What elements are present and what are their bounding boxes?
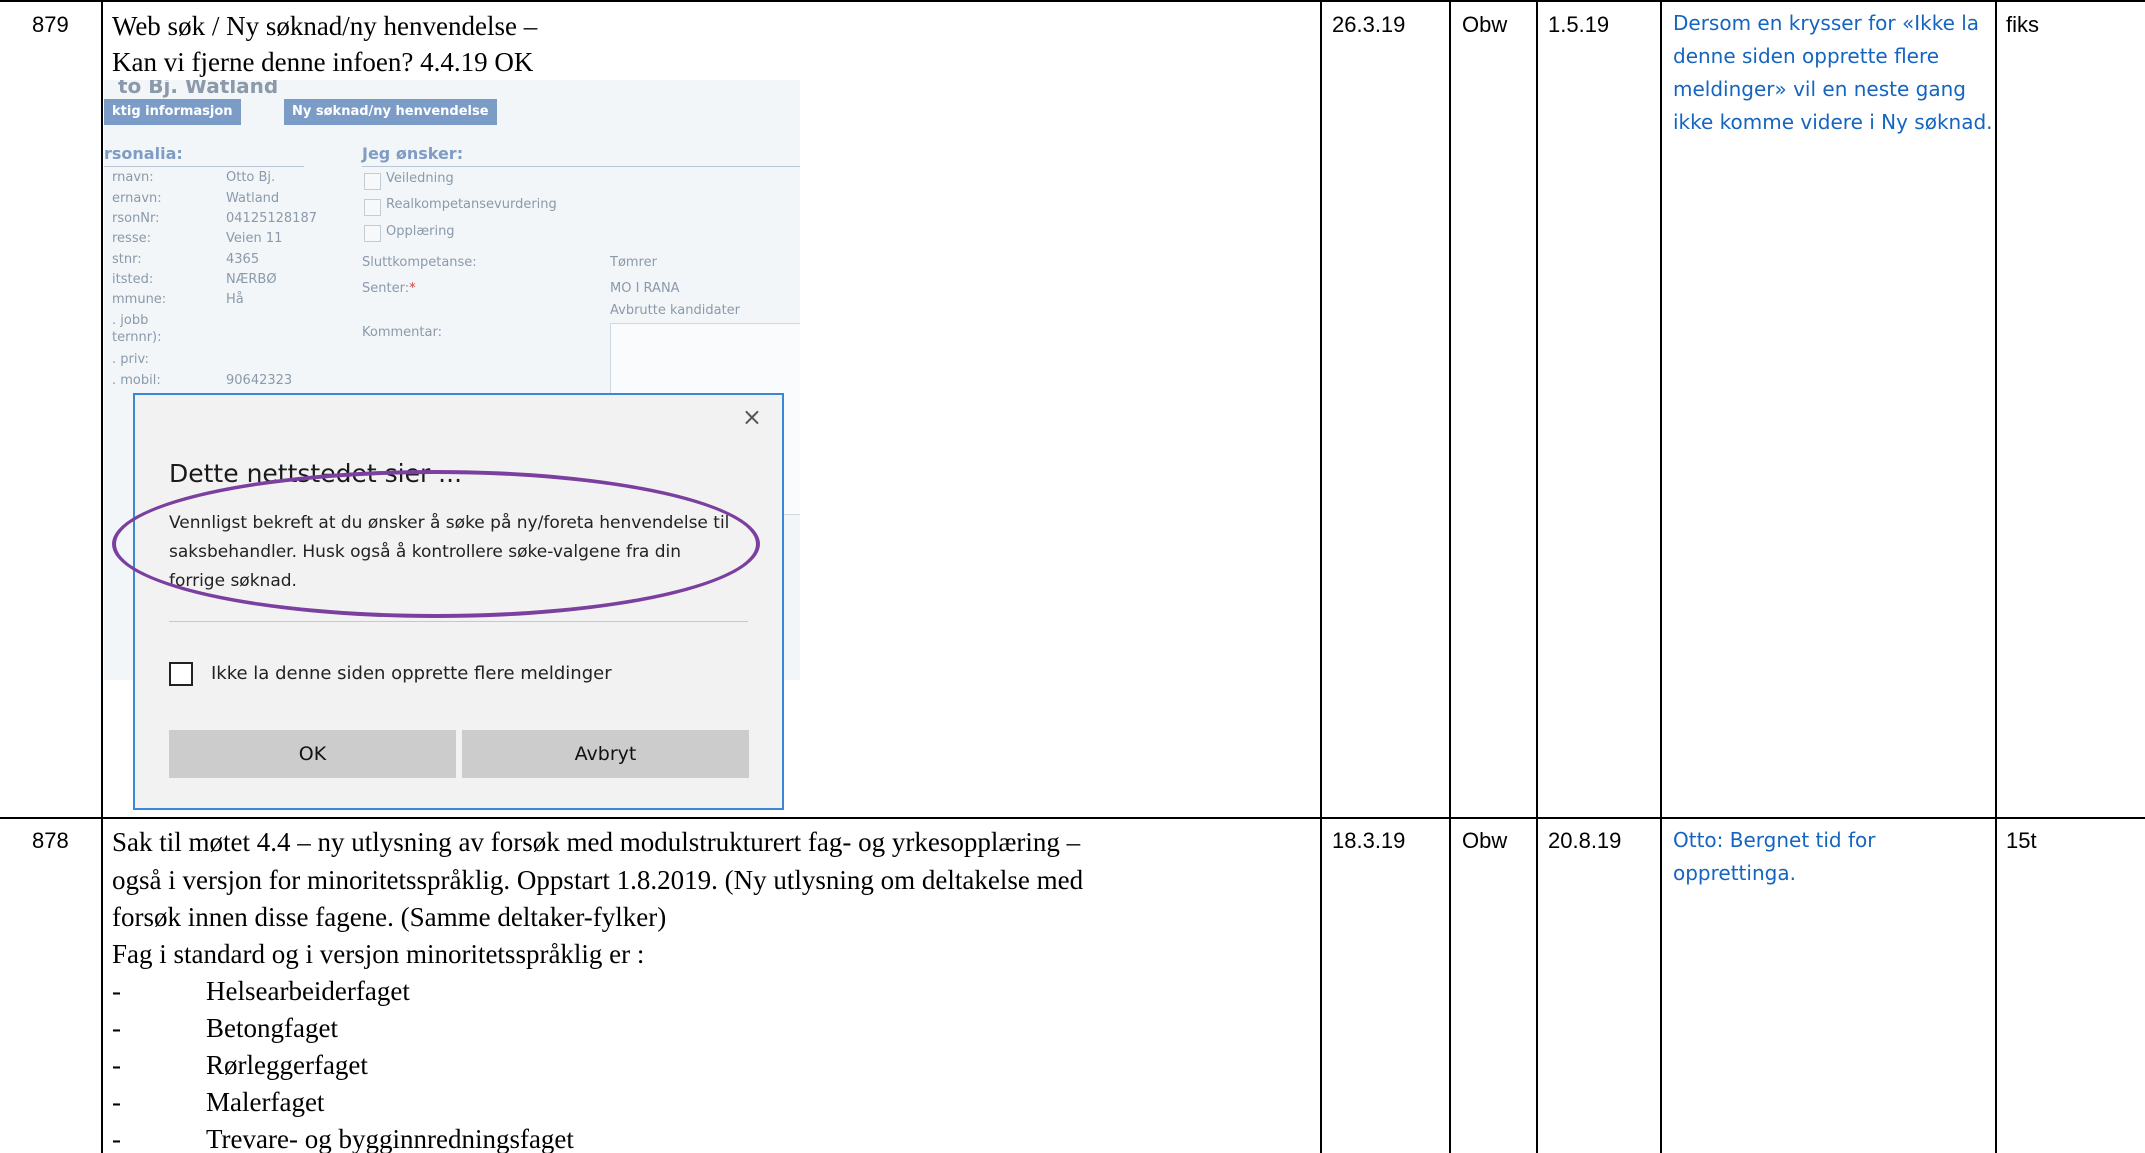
- list-bullet: -: [112, 1013, 121, 1043]
- row-description-line: Kan vi fjerne denne infoen? 4.4.19 OK: [112, 47, 534, 77]
- close-icon[interactable]: ×: [742, 403, 762, 431]
- field-label: rnavn:: [112, 170, 154, 185]
- column-divider: [1995, 0, 1997, 1153]
- row-description-line: Sak til møtet 4.4 – ny utlysning av fors…: [112, 827, 1081, 857]
- field-label: stnr:: [112, 252, 142, 267]
- row-due: 20.8.19: [1548, 828, 1622, 853]
- field-label: . priv:: [112, 352, 149, 367]
- field-value: 90642323: [226, 373, 293, 388]
- list-bullet: -: [112, 1124, 121, 1153]
- row-description-line: Fag i standard og i versjon minoritetssp…: [112, 939, 645, 969]
- field-value: 4365: [226, 252, 260, 267]
- row-id: 878: [32, 828, 69, 853]
- avbrutte-kandidater: Avbrutte kandidater: [610, 303, 741, 318]
- row-note: Dersom en krysser for «Ikke la denne sid…: [1673, 11, 1993, 134]
- list-item-text: Helsearbeiderfaget: [206, 976, 410, 1006]
- screenshot-tab: Ny søknad/ny henvendelse: [284, 99, 497, 125]
- option-checkbox: [364, 225, 381, 242]
- row-date: 26.3.19: [1332, 12, 1406, 37]
- suppress-checkbox[interactable]: [169, 662, 193, 686]
- row-note: Otto: Bergnet tid for opprettinga.: [1673, 828, 1876, 885]
- list-item-text: Betongfaget: [206, 1013, 338, 1043]
- row-due: 1.5.19: [1548, 12, 1610, 37]
- field-value: NÆRBØ: [226, 272, 277, 287]
- field-value: Hå: [226, 292, 244, 307]
- field-label: . jobb: [112, 313, 149, 328]
- row-owner: Obw: [1462, 828, 1508, 853]
- list-bullet: -: [112, 1050, 121, 1080]
- suppress-checkbox-label: Ikke la denne siden opprette flere meldi…: [211, 663, 612, 684]
- row-status: fiks: [2006, 12, 2039, 37]
- column-divider: [101, 0, 103, 1153]
- row-divider: [0, 817, 2145, 819]
- field-label: ernavn:: [112, 191, 162, 206]
- option-checkbox: [364, 199, 381, 216]
- dialog-divider: [169, 621, 748, 622]
- senter-label-text: Senter:: [362, 281, 410, 296]
- field-value: 04125128187: [226, 211, 317, 226]
- row-status: 15t: [2006, 828, 2037, 853]
- field-label: itsted:: [112, 272, 154, 287]
- list-bullet: -: [112, 1087, 121, 1117]
- field-label: ternnr):: [112, 330, 162, 345]
- option-label: Realkompetansevurdering: [386, 197, 557, 212]
- field-label: mmune:: [112, 292, 167, 307]
- row-date: 18.3.19: [1332, 828, 1406, 853]
- screenshot-title: to Bj. Watland: [118, 80, 279, 98]
- field-value: Watland: [226, 191, 280, 206]
- senter-value: MO I RANA: [610, 281, 680, 296]
- cancel-button[interactable]: Avbryt: [462, 730, 749, 778]
- header-underline: [362, 166, 800, 167]
- screenshot-tab: ktig informasjon: [104, 99, 241, 125]
- field-label: rsonNr:: [112, 211, 160, 226]
- kommentar-label: Kommentar:: [362, 325, 442, 340]
- list-item-text: Rørleggerfaget: [206, 1050, 368, 1080]
- row-description-line: også i versjon for minoritetsspråklig. O…: [112, 865, 1084, 895]
- row-id: 879: [32, 12, 69, 37]
- row-owner: Obw: [1462, 12, 1508, 37]
- option-label: Veiledning: [386, 171, 454, 186]
- list-item-text: Malerfaget: [206, 1087, 325, 1117]
- personalia-header: rsonalia:: [104, 144, 183, 163]
- column-divider: [1320, 0, 1322, 1153]
- required-marker: *: [409, 281, 416, 296]
- highlight-ellipse: [112, 470, 760, 618]
- row-description-line: forsøk innen disse fagene. (Samme deltak…: [112, 902, 667, 932]
- sluttkompetanse-label: Sluttkompetanse:: [362, 255, 477, 270]
- list-bullet: -: [112, 976, 121, 1006]
- field-label: . mobil:: [112, 373, 161, 388]
- sluttkompetanse-value: Tømrer: [610, 255, 657, 270]
- option-label: Opplæring: [386, 224, 455, 239]
- table-top-border: [0, 0, 2145, 2]
- option-checkbox: [364, 173, 381, 190]
- column-divider: [1660, 0, 1662, 1153]
- column-divider: [1449, 0, 1451, 1153]
- ok-button[interactable]: OK: [169, 730, 456, 778]
- onsker-header: Jeg ønsker:: [362, 144, 464, 163]
- column-divider: [1536, 0, 1538, 1153]
- list-item-text: Trevare- og bygginnredningsfaget: [206, 1124, 574, 1153]
- header-underline: [104, 166, 304, 167]
- field-value: Otto Bj.: [226, 170, 276, 185]
- document-page: 879 Web søk / Ny søknad/ny henvendelse –…: [0, 0, 2145, 1153]
- field-label: resse:: [112, 231, 151, 246]
- row-description-line: Web søk / Ny søknad/ny henvendelse –: [112, 11, 538, 41]
- field-value: Veien 11: [226, 231, 283, 246]
- senter-label: Senter:*: [362, 281, 416, 296]
